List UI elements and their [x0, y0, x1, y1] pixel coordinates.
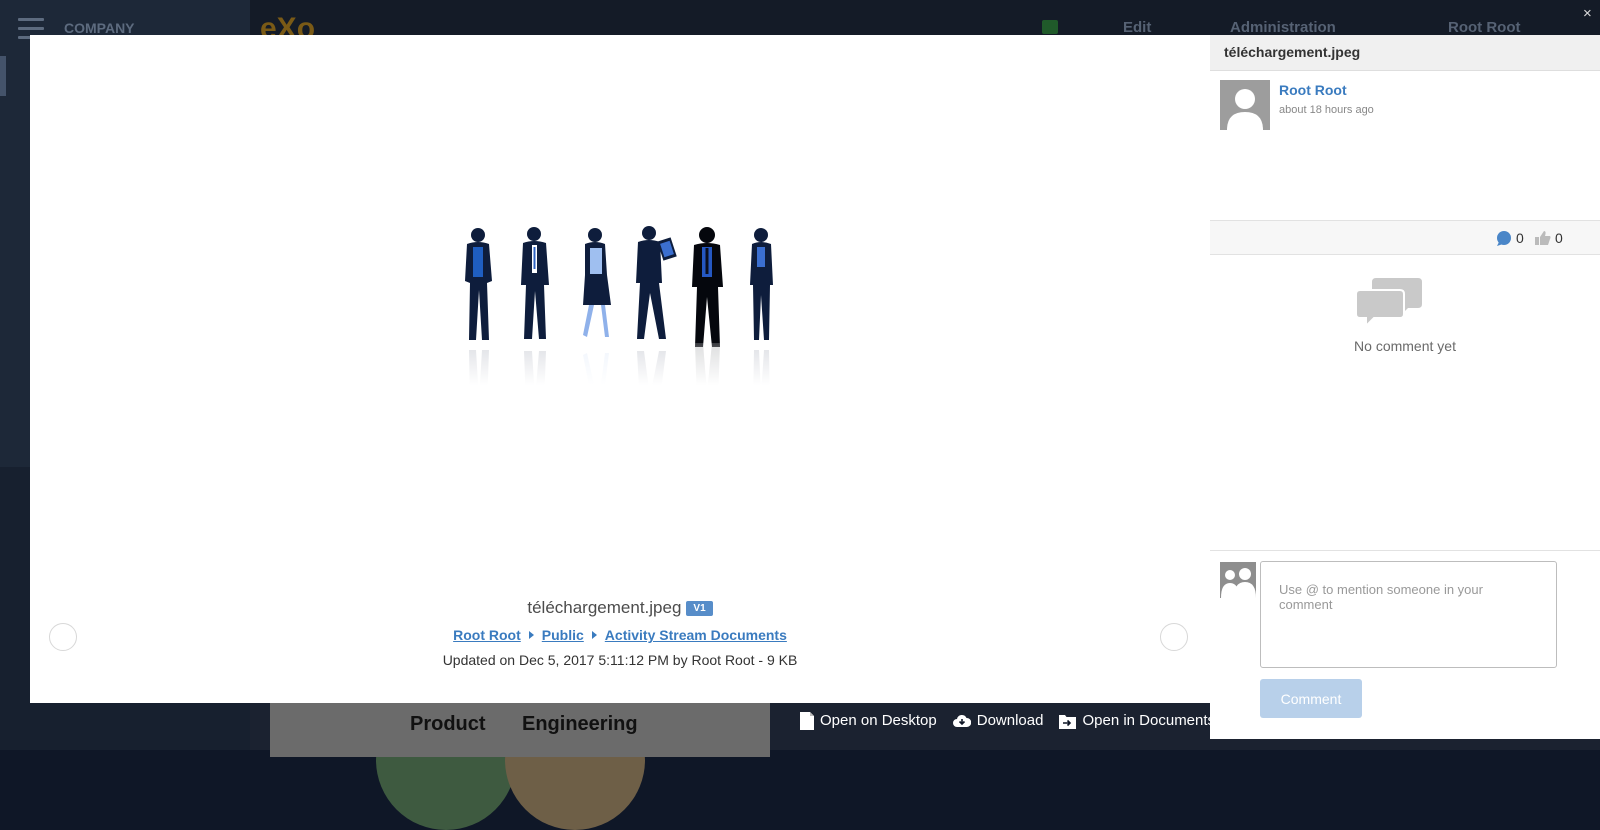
- preview-image: [453, 226, 793, 385]
- user-silhouette-icon: [1227, 89, 1263, 130]
- comment-input[interactable]: [1260, 561, 1557, 668]
- activity-counts: 0 0: [1210, 220, 1600, 255]
- chevron-right-icon[interactable]: ›: [1188, 360, 1208, 384]
- author-avatar[interactable]: [1220, 80, 1270, 130]
- file-meta: Updated on Dec 5, 2017 5:11:12 PM by Roo…: [442, 652, 798, 668]
- company-name: COMPANY: [64, 20, 135, 36]
- comment-button[interactable]: Comment: [1260, 679, 1362, 718]
- like-count[interactable]: 0: [1535, 230, 1563, 246]
- comments-icon: [1355, 278, 1422, 333]
- version-badge[interactable]: V1: [686, 601, 713, 616]
- panel-file-name: téléchargement.jpeg: [1224, 44, 1361, 60]
- chat-status-icon: [1042, 20, 1058, 34]
- caret-right-icon: [528, 631, 534, 639]
- background-card: Product Engineering: [270, 697, 770, 757]
- author-name[interactable]: Root Root: [1279, 82, 1347, 98]
- folder-open-icon: [1059, 713, 1077, 729]
- open-on-desktop-button[interactable]: Open on Desktop: [800, 711, 937, 730]
- caret-right-icon: [591, 631, 597, 639]
- breadcrumb: Root Root Public Activity Stream Documents: [30, 627, 1210, 643]
- author-time: about 18 hours ago: [1279, 104, 1374, 116]
- download-button[interactable]: Download: [952, 712, 1043, 729]
- thumbs-up-icon: [1535, 231, 1551, 245]
- panel-header: téléchargement.jpeg: [1210, 35, 1600, 71]
- open-in-documents-button[interactable]: Open in Documents: [1059, 712, 1215, 729]
- breadcrumb-activity-stream-documents[interactable]: Activity Stream Documents: [605, 627, 787, 643]
- current-user-avatar: [1220, 562, 1256, 598]
- user-menu: Root Root: [1448, 19, 1521, 36]
- comments-panel: téléchargement.jpeg Root Root about 18 h…: [1210, 35, 1600, 739]
- comment-count[interactable]: 0: [1496, 230, 1524, 246]
- breadcrumb-public[interactable]: Public: [542, 627, 584, 643]
- edit-menu: Edit: [1123, 19, 1152, 36]
- file-title: téléchargement.jpeg V1: [30, 598, 1210, 618]
- comment-composer: Comment: [1210, 550, 1600, 739]
- cloud-download-icon: [952, 714, 971, 728]
- file-name: téléchargement.jpeg: [527, 598, 682, 617]
- close-icon[interactable]: ×: [1583, 6, 1592, 21]
- user-group-icon: [1221, 568, 1256, 598]
- comment-bubble-icon: [1496, 230, 1512, 246]
- file-icon: [800, 711, 814, 730]
- administration-menu: Administration: [1230, 19, 1336, 36]
- no-comment-text: No comment yet: [1354, 338, 1456, 354]
- viewer-actions: Open on Desktop Download Open in Documen…: [800, 703, 1231, 738]
- document-viewer: téléchargement.jpeg V1 Root Root Public Act…: [30, 35, 1210, 703]
- breadcrumb-root-root[interactable]: Root Root: [453, 627, 521, 643]
